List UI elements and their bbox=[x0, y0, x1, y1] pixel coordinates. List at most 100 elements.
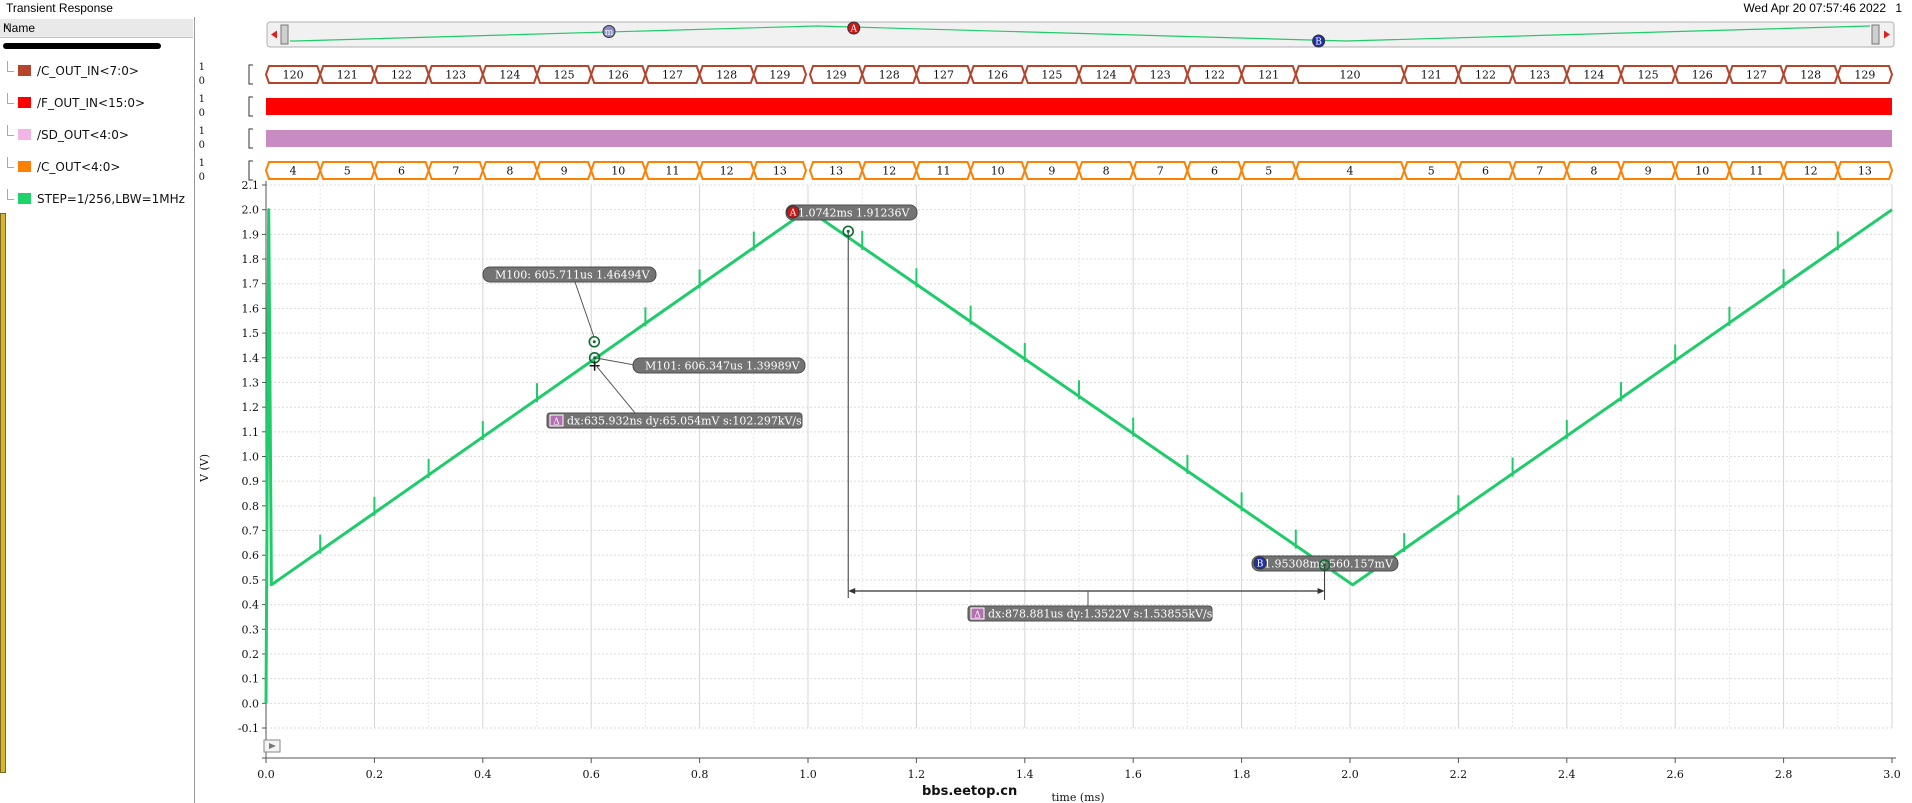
y-tick-label: 1.1 bbox=[242, 426, 260, 439]
y-tick-label: 1.8 bbox=[242, 253, 260, 266]
x-tick-label: 1.8 bbox=[1233, 768, 1251, 781]
bus-value: 129 bbox=[826, 69, 847, 82]
bus-fill bbox=[266, 98, 1892, 115]
bus-value: 10 bbox=[991, 165, 1005, 178]
x-tick-label: 1.2 bbox=[908, 768, 926, 781]
x-tick-label: 1.0 bbox=[799, 768, 817, 781]
x-tick-label: 3.0 bbox=[1883, 768, 1901, 781]
bus-value: 127 bbox=[662, 69, 683, 82]
marker-m101-point-dot bbox=[593, 356, 597, 360]
expand-button[interactable] bbox=[263, 739, 281, 753]
bus-value: 120 bbox=[1340, 69, 1361, 82]
y-tick-label: 1.6 bbox=[242, 302, 260, 315]
bus-value: 8 bbox=[1590, 165, 1597, 178]
overview-marker-a-letter: A bbox=[849, 25, 857, 35]
plot-grid bbox=[265, 184, 1893, 729]
y-axis-label: V (V) bbox=[198, 454, 211, 483]
bus-value: 127 bbox=[1746, 69, 1767, 82]
y-tick-label: 1.7 bbox=[242, 278, 260, 291]
x-tick-label: 2.4 bbox=[1558, 768, 1576, 781]
y-tick-label: 1.4 bbox=[242, 352, 260, 365]
bus-waveforms: 10 120 121 122 123 124 125 126 127 128 129 129 128 12… bbox=[199, 62, 1894, 183]
y-tick-label: 1.0 bbox=[242, 451, 260, 464]
y-tick-label: 0.1 bbox=[242, 673, 260, 686]
x-tick-label: 0.6 bbox=[582, 768, 600, 781]
x-tick-label: 2.8 bbox=[1775, 768, 1793, 781]
marker-a-badge-letter: A bbox=[789, 209, 797, 219]
bus-value: 7 bbox=[1536, 165, 1543, 178]
bus-value: 8 bbox=[1103, 165, 1110, 178]
bus-fill bbox=[266, 130, 1892, 147]
y-tick-label: 1.3 bbox=[242, 376, 260, 389]
bus-range-low: 0 bbox=[199, 140, 205, 151]
delta2-text: dx:878.881us dy:1.3522V s:1.53855kV/s bbox=[988, 608, 1213, 621]
bus-value: 7 bbox=[1157, 165, 1164, 178]
marker-m100-text: M100: 605.711us 1.46494V bbox=[495, 269, 651, 282]
bus-value: 125 bbox=[1041, 69, 1062, 82]
overview-marker-b-letter: B bbox=[1315, 38, 1322, 48]
bus-value: 11 bbox=[1750, 165, 1764, 178]
y-tick-label: 0.8 bbox=[242, 500, 260, 513]
bus-value: 9 bbox=[561, 165, 568, 178]
bus-value: 5 bbox=[1428, 165, 1435, 178]
bus-value: 9 bbox=[1048, 165, 1055, 178]
marker-m100-point-dot bbox=[592, 340, 596, 344]
x-tick-label: 2.6 bbox=[1666, 768, 1684, 781]
bus-value: 4 bbox=[1347, 165, 1354, 178]
bus-value: 121 bbox=[337, 69, 358, 82]
bus-value: 127 bbox=[933, 69, 954, 82]
bus-value: 12 bbox=[882, 165, 896, 178]
bus-value: 4 bbox=[290, 165, 297, 178]
bus-value: 13 bbox=[829, 165, 843, 178]
bus-value: 122 bbox=[1475, 69, 1496, 82]
bus-value: 13 bbox=[1858, 165, 1872, 178]
y-tick-label: 2.0 bbox=[242, 204, 260, 217]
overview-scrollbar[interactable] bbox=[266, 21, 1895, 48]
bus-value: 123 bbox=[1529, 69, 1550, 82]
watermark: bbs.eetop.cn bbox=[922, 784, 1018, 799]
bus-value: 6 bbox=[1211, 165, 1218, 178]
bus-range-low: 0 bbox=[199, 108, 205, 119]
y-tick-label: 0.0 bbox=[242, 697, 260, 710]
y-tick-label: 0.2 bbox=[242, 648, 260, 661]
bus-value: 124 bbox=[499, 69, 520, 82]
bus-range-high: 1 bbox=[199, 94, 205, 105]
bus-range-low: 0 bbox=[199, 76, 205, 87]
delta2-arrowhead-right bbox=[1317, 588, 1325, 594]
y-tick-label: -0.1 bbox=[238, 722, 259, 735]
y-tick-label: 2.1 bbox=[242, 179, 260, 192]
x-tick-label: 1.4 bbox=[1016, 768, 1034, 781]
marker-m101-text: M101: 606.347us 1.39989V bbox=[645, 360, 801, 373]
bus-value: 123 bbox=[1150, 69, 1171, 82]
bus-value: 10 bbox=[611, 165, 625, 178]
bus-bracket bbox=[248, 128, 253, 149]
bus-value: 120 bbox=[283, 69, 304, 82]
bus-range-low: 0 bbox=[199, 172, 205, 183]
bus-range-high: 1 bbox=[199, 126, 205, 137]
delta1-text: dx:635.932ns dy:65.054mV s:102.297kV/s bbox=[567, 415, 802, 428]
bus-value: 6 bbox=[398, 165, 405, 178]
bus-value: 9 bbox=[1645, 165, 1652, 178]
bus-value: 128 bbox=[1800, 69, 1821, 82]
bus-range-high: 1 bbox=[199, 62, 205, 73]
bus-value: 5 bbox=[1265, 165, 1272, 178]
bus-value: 6 bbox=[1482, 165, 1489, 178]
overview-left-handle bbox=[280, 24, 289, 45]
delta1-symbol: Δ bbox=[553, 418, 560, 428]
bus-value: 8 bbox=[506, 165, 513, 178]
marker-a-point-dot bbox=[846, 229, 850, 233]
overview-right-handle bbox=[1871, 24, 1880, 45]
x-tick-label: 0.8 bbox=[691, 768, 709, 781]
x-tick-label: 0.4 bbox=[474, 768, 492, 781]
overview-marker-m-letter: m bbox=[605, 28, 614, 38]
x-tick-label: 0.2 bbox=[366, 768, 384, 781]
bus-value: 128 bbox=[716, 69, 737, 82]
x-tick-label: 2.2 bbox=[1450, 768, 1468, 781]
bus-value: 126 bbox=[987, 69, 1008, 82]
bus-value: 122 bbox=[1204, 69, 1225, 82]
bus-value: 126 bbox=[1692, 69, 1713, 82]
bus-bracket bbox=[248, 96, 253, 117]
x-axis-label: time (ms) bbox=[1051, 791, 1104, 803]
bus-value: 5 bbox=[344, 165, 351, 178]
bus-value: 121 bbox=[1258, 69, 1279, 82]
